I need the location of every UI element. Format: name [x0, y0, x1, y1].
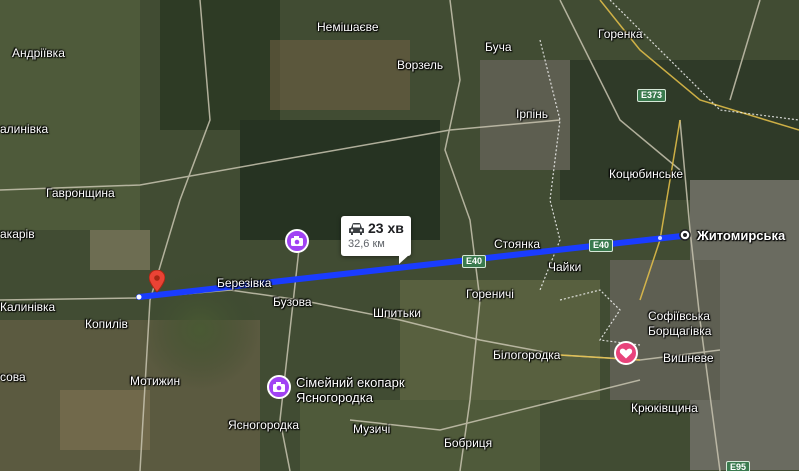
place-label[interactable]: Горенка: [598, 27, 643, 41]
place-label[interactable]: Ірпінь: [516, 107, 548, 121]
road-shield-e40: E40: [589, 239, 614, 252]
place-label[interactable]: Андріївка: [12, 46, 65, 60]
place-label[interactable]: Ясногородка: [228, 418, 299, 432]
place-label[interactable]: Шпитьки: [373, 306, 421, 320]
place-label[interactable]: Софіївська Борщагівка: [648, 309, 711, 339]
road-shield-e95: E95: [726, 461, 751, 471]
place-label[interactable]: сова: [0, 370, 26, 384]
route-via-dot: [658, 236, 662, 240]
destination-label[interactable]: Житомирська: [697, 228, 785, 243]
place-label[interactable]: Гореничі: [466, 287, 514, 301]
poi-label-ecopark[interactable]: Сімейний екопарк Ясногородка: [296, 375, 405, 405]
road-shield-e40: E40: [462, 255, 487, 268]
origin-pin-icon[interactable]: [149, 270, 165, 294]
ecopark-camera-icon[interactable]: [267, 375, 291, 399]
place-label[interactable]: акарів: [0, 227, 35, 241]
place-label[interactable]: Калинівка: [0, 300, 55, 314]
place-label[interactable]: Музичі: [353, 422, 390, 436]
heart-poi-icon[interactable]: [614, 341, 638, 365]
place-label[interactable]: Білогородка: [493, 348, 560, 362]
place-label[interactable]: Стоянка: [494, 237, 540, 251]
destination-marker-center: [683, 233, 687, 237]
place-label[interactable]: Бузова: [273, 295, 312, 309]
camera-poi-icon[interactable]: [285, 229, 309, 253]
place-label[interactable]: Мотижин: [130, 374, 180, 388]
place-label[interactable]: Бобриця: [444, 436, 492, 450]
place-label[interactable]: алинівка: [0, 122, 48, 136]
place-label[interactable]: Гавронщина: [46, 186, 115, 200]
place-label[interactable]: Березівка: [217, 276, 271, 290]
route-duration: 23 хв: [368, 220, 404, 236]
place-label[interactable]: Чайки: [548, 260, 581, 274]
place-label[interactable]: Вишневе: [663, 351, 714, 365]
place-label[interactable]: Крюківщина: [631, 401, 698, 415]
place-label[interactable]: Коцюбинське: [609, 167, 683, 181]
place-label[interactable]: Ворзель: [397, 58, 443, 72]
route-distance: 32,6 км: [348, 238, 385, 250]
road-shield-e373: E373: [637, 89, 667, 102]
route-start-dot: [136, 294, 142, 300]
map-view[interactable]: 23 хв 32,6 км E40 E40 E373 E95 Андріївка…: [0, 0, 799, 471]
route-info-bubble[interactable]: 23 хв 32,6 км: [341, 216, 411, 264]
place-label[interactable]: Буча: [485, 40, 512, 54]
car-icon: [349, 223, 364, 235]
place-label[interactable]: Копилів: [85, 317, 128, 331]
place-label[interactable]: Немішаєве: [317, 20, 379, 34]
